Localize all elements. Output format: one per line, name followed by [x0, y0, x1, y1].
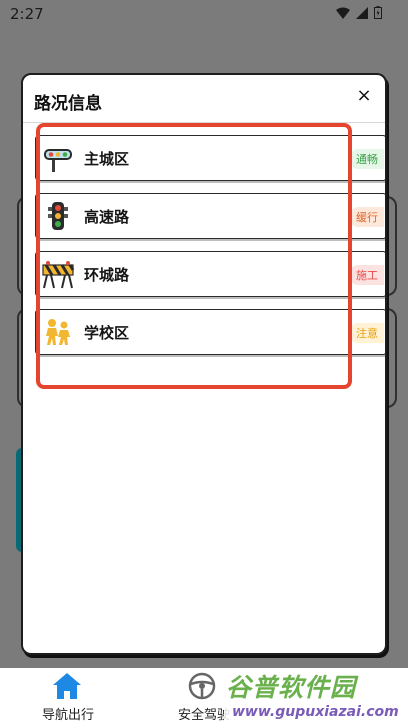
road-label: 主城区 [84, 149, 130, 168]
header-divider [23, 122, 385, 123]
status-icons [336, 6, 382, 19]
wifi-icon [336, 7, 350, 19]
battery-icon [374, 6, 382, 19]
watermark: 谷普软件园 www.gupuxiazai.com [224, 668, 408, 725]
traffic-light-icon [44, 149, 72, 172]
status-badge: 通畅 [350, 149, 384, 169]
status-badge: 注意 [350, 323, 384, 343]
nav-tab-navigation[interactable]: 导航出行 [0, 668, 136, 725]
status-badge: 施工 [350, 265, 384, 285]
road-label: 环城路 [84, 265, 130, 284]
nav-tab-label: 导航出行 [41, 708, 94, 723]
road-status-list: 主城区 通畅 高速路 缓行 环城路 施工 学校区 注意 [35, 135, 385, 367]
close-button[interactable]: × [353, 85, 375, 107]
dialog-title: 路况信息 [34, 94, 102, 114]
road-row-school-zone[interactable]: 学校区 注意 [35, 309, 385, 355]
steering-wheel-icon [188, 672, 216, 700]
road-row-main-city[interactable]: 主城区 通畅 [35, 135, 385, 181]
traffic-light-vertical-icon [48, 202, 68, 230]
status-time: 2:27 [10, 5, 44, 23]
road-row-ring-road[interactable]: 环城路 施工 [35, 251, 385, 297]
watermark-url: www.gupuxiazai.com [232, 704, 399, 720]
status-bar: 2:27 [0, 0, 408, 26]
status-badge: 缓行 [350, 207, 384, 227]
children-crossing-icon [46, 319, 70, 345]
construction-barrier-icon [42, 261, 74, 289]
home-icon [53, 673, 81, 699]
road-row-highway[interactable]: 高速路 缓行 [35, 193, 385, 239]
signal-icon [356, 6, 368, 19]
road-label: 高速路 [84, 207, 130, 226]
traffic-info-dialog: 路况信息 × 主城区 通畅 高速路 缓行 环城路 施工 学校区 注意 [21, 73, 387, 655]
watermark-title: 谷普软件园 [226, 673, 357, 702]
road-label: 学校区 [84, 323, 130, 342]
